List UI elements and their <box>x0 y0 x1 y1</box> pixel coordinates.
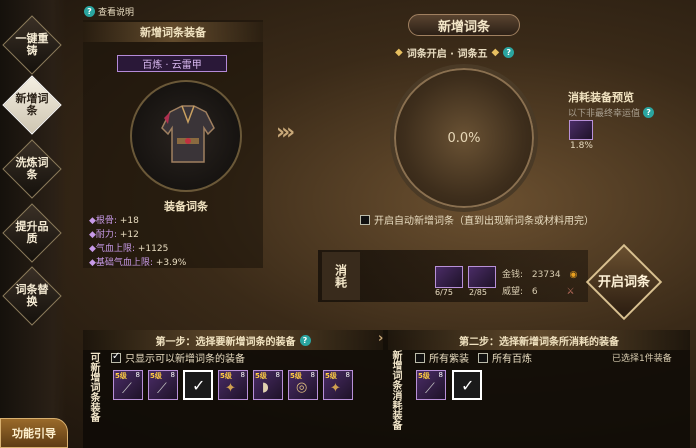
money-row: 金钱: 23734 ◉ <box>502 267 577 280</box>
ornament-icon: ✦ <box>330 381 341 396</box>
equip-portrait[interactable] <box>130 80 242 192</box>
consume-label: 消耗 <box>322 252 360 300</box>
prestige-row: 威望: 6 ⚔ <box>502 284 575 297</box>
slot-tag: 5级 <box>418 372 430 380</box>
auto-add-checkbox[interactable]: 开启自动新增词条（直到出现新词条或材料用完） <box>360 212 594 227</box>
stat-row: ◆根骨: +18 <box>89 216 139 226</box>
boot-icon: ◗ <box>262 380 269 395</box>
step1-filter-label: 只显示可以新增词条的装备 <box>125 354 245 365</box>
coin-icon: ◉ <box>569 270 578 280</box>
menu-item-refine[interactable]: 洗炼词条 <box>11 148 53 190</box>
slot-num: 8 <box>438 371 443 379</box>
stat-row: ◆基础气血上限: +3.9% <box>89 258 187 268</box>
step2-filter-purple[interactable]: 所有紫装 <box>415 350 469 365</box>
menu-item-recast[interactable]: 一键重铸 <box>11 24 53 66</box>
weapon-icon: ⟋ <box>122 381 132 397</box>
menu-item-add-entry[interactable]: 新增词条 <box>11 84 53 126</box>
stat-row: ◆耐力: +12 <box>89 230 139 240</box>
help-icon: ? <box>84 6 95 17</box>
consume-item-slot[interactable] <box>435 266 463 288</box>
equip-slot[interactable]: 5级 8 ✦ <box>218 370 248 400</box>
slot-num: 8 <box>345 371 350 379</box>
step1-side-label: 可新增词条装备 <box>88 352 99 422</box>
equip-slot[interactable]: 5级 8 ⟋ <box>113 370 143 400</box>
selected-count: 已选择1件装备 <box>612 354 672 364</box>
equip-attr-title: 装备词条 <box>164 200 208 213</box>
arrow-right-icon: ››› <box>276 120 295 145</box>
preview-title: 消耗装备预览 <box>568 91 634 104</box>
help-icon[interactable]: ? <box>299 334 311 346</box>
step2-side-label: 新增词条消耗装备 <box>390 350 401 430</box>
slot-num: 8 <box>135 371 140 379</box>
step-arrow-icon: › <box>378 331 384 346</box>
preview-rate: 1.8% <box>570 141 593 151</box>
bailian-filter-label: 所有百炼 <box>492 354 532 365</box>
equip-name: 百炼 · 云雷甲 <box>117 55 227 72</box>
step2-header: 第二步：选择新增词条所消耗的装备 <box>388 330 690 350</box>
slot-tag: 5级 <box>115 372 127 380</box>
purple-filter-check[interactable] <box>415 352 425 363</box>
preview-note: 以下非最终幸运值 <box>568 109 641 119</box>
help-link[interactable]: ? 查看说明 <box>84 5 134 18</box>
help-icon[interactable]: ? <box>503 47 515 58</box>
consume-item-count: 2/85 <box>469 288 487 297</box>
auto-add-label: 开启自动新增词条（直到出现新词条或材料用完） <box>374 216 594 227</box>
menu-item-upgrade[interactable]: 提升品质 <box>11 212 53 254</box>
consume-item-count: 6/75 <box>435 288 453 297</box>
progress-circle: 0.0% <box>390 64 538 212</box>
step1-filter-check[interactable] <box>111 351 121 363</box>
auto-add-check[interactable] <box>360 214 370 225</box>
step2-filter-bailian[interactable]: 所有百炼 <box>478 350 532 365</box>
center-subtitle-row: ◆ 词条开启 · 词条五 ◆ ? <box>395 45 515 60</box>
bullet-icon: ◆ <box>491 47 500 58</box>
equip-panel-header: 新增词条装备 <box>83 22 263 42</box>
function-guide-button[interactable]: 功能引导 <box>0 418 68 448</box>
bailian-filter-check[interactable] <box>478 352 488 363</box>
ornament-icon: ✦ <box>225 381 236 396</box>
step1-filter[interactable]: 只显示可以新增词条的装备 <box>111 350 245 365</box>
slot-tag: 5级 <box>325 372 337 380</box>
bullet-icon: ◆ <box>395 47 403 58</box>
preview-note-row: 以下非最终幸运值 ? <box>568 106 655 119</box>
stat-row: ◆气血上限: +1125 <box>89 244 169 254</box>
weapon-icon: ⟋ <box>157 381 167 397</box>
ring-icon: ◎ <box>296 380 308 395</box>
equip-slot[interactable]: 5级 8 ◎ <box>288 370 318 400</box>
equip-slot[interactable]: 5级 8 ◗ <box>253 370 283 400</box>
slot-num: 8 <box>240 371 245 379</box>
check-icon: ✓ <box>461 376 475 395</box>
left-menu: 一键重铸 新增词条 洗炼词条 提升品质 词条替换 <box>0 0 66 448</box>
open-entry-button[interactable]: 开启词条 <box>597 258 651 306</box>
slot-tag: 5级 <box>150 372 162 380</box>
help-link-label: 查看说明 <box>98 8 135 18</box>
prestige-value: 6 <box>531 287 538 297</box>
check-icon: ✓ <box>192 376 206 395</box>
equip-slot-selected[interactable]: ✓ <box>183 370 213 400</box>
equip-slot[interactable]: 5级 8 ✦ <box>323 370 353 400</box>
money-value: 23734 <box>531 270 561 280</box>
help-icon[interactable]: ? <box>643 107 655 118</box>
consume-slot[interactable]: 5级 8 ⟋ <box>416 370 446 400</box>
slot-num: 8 <box>170 371 175 379</box>
armor-icon <box>161 105 215 163</box>
menu-item-replace[interactable]: 词条替换 <box>11 275 53 317</box>
purple-filter-label: 所有紫装 <box>429 354 469 365</box>
prestige-icon: ⚔ <box>566 287 575 297</box>
preview-item-slot[interactable] <box>569 120 593 140</box>
center-subtitle: 词条开启 · 词条五 <box>406 49 488 60</box>
slot-num: 8 <box>275 371 280 379</box>
weapon-icon: ⟋ <box>425 381 435 397</box>
consume-slot-selected[interactable]: ✓ <box>452 370 482 400</box>
prestige-label: 威望: <box>502 287 524 297</box>
money-label: 金钱: <box>502 270 524 280</box>
slot-num: 8 <box>310 371 315 379</box>
step1-header: 第一步：选择要新增词条的装备 ? <box>83 330 383 350</box>
step1-title: 第一步：选择要新增词条的装备 <box>155 336 296 348</box>
slot-tag: 5级 <box>220 372 232 380</box>
center-title: 新增词条 <box>408 14 520 36</box>
consume-item-slot[interactable] <box>468 266 496 288</box>
progress-value: 0.0% <box>447 130 481 146</box>
equip-slot[interactable]: 5级 8 ⟋ <box>148 370 178 400</box>
